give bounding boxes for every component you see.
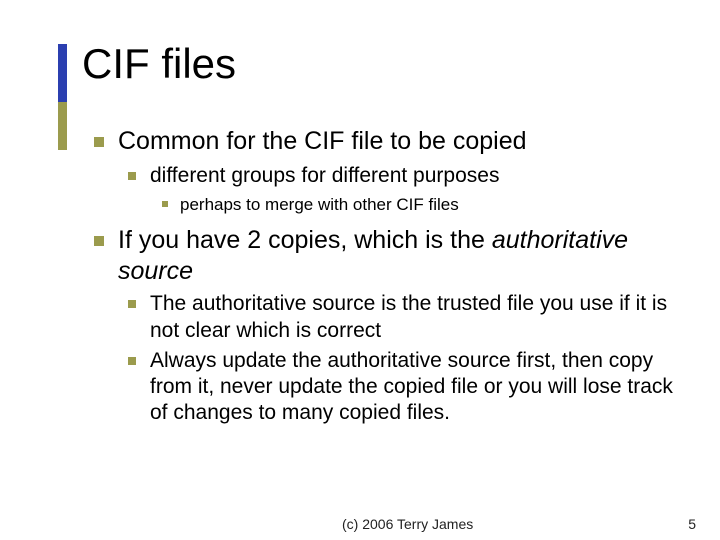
list-item: If you have 2 copies, which is the autho…: [86, 225, 676, 427]
square-bullet-icon: [128, 300, 136, 308]
bullet-text: perhaps to merge with other CIF files: [180, 195, 459, 214]
bullet-text: Common for the CIF file to be copied: [118, 127, 527, 155]
list-item: The authoritative source is the trusted …: [118, 291, 676, 344]
copyright-text: (c) 2006 Terry James: [342, 516, 473, 532]
square-bullet-icon: [128, 357, 136, 365]
slide-title: CIF files: [82, 40, 236, 88]
page-number: 5: [688, 516, 696, 532]
title-accent-bar: [58, 44, 67, 150]
bullet-text: The authoritative source is the trusted …: [150, 292, 667, 341]
list-item: Common for the CIF file to be copied dif…: [86, 126, 676, 215]
slide-body: Common for the CIF file to be copied dif…: [86, 126, 676, 437]
bullet-text: different groups for different purposes: [150, 164, 499, 187]
list-item: Always update the authoritative source f…: [118, 348, 676, 427]
bullet-text: Always update the authoritative source f…: [150, 349, 673, 425]
square-bullet-icon: [94, 236, 104, 246]
square-bullet-icon: [94, 137, 104, 147]
bullet-text: If you have 2 copies, which is the: [118, 226, 492, 254]
list-item: different groups for different purposes …: [118, 163, 676, 215]
square-bullet-icon: [162, 201, 168, 207]
list-item: perhaps to merge with other CIF files: [150, 194, 676, 215]
square-bullet-icon: [128, 172, 136, 180]
